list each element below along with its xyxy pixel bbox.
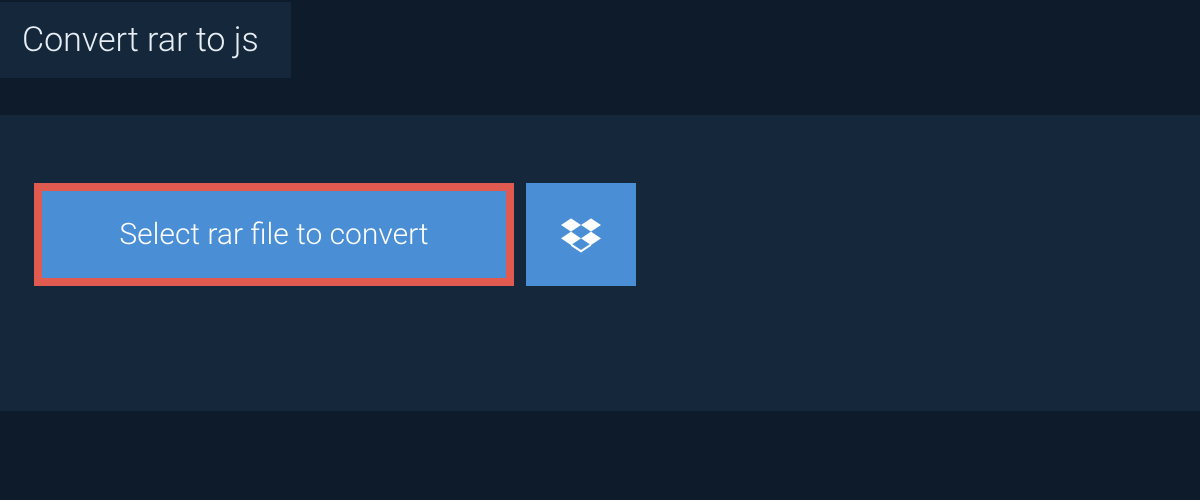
dropbox-icon bbox=[561, 215, 601, 255]
tab-convert-rar-to-js[interactable]: Convert rar to js bbox=[0, 2, 291, 78]
select-file-label: Select rar file to convert bbox=[119, 217, 428, 252]
select-file-button[interactable]: Select rar file to convert bbox=[34, 183, 514, 286]
tab-title: Convert rar to js bbox=[22, 20, 259, 60]
converter-panel-wrap: Convert rar to js Select rar file to con… bbox=[0, 0, 1200, 411]
file-select-row: Select rar file to convert bbox=[0, 115, 1200, 286]
dropbox-button[interactable] bbox=[526, 183, 636, 286]
converter-panel: Select rar file to convert bbox=[0, 115, 1200, 411]
